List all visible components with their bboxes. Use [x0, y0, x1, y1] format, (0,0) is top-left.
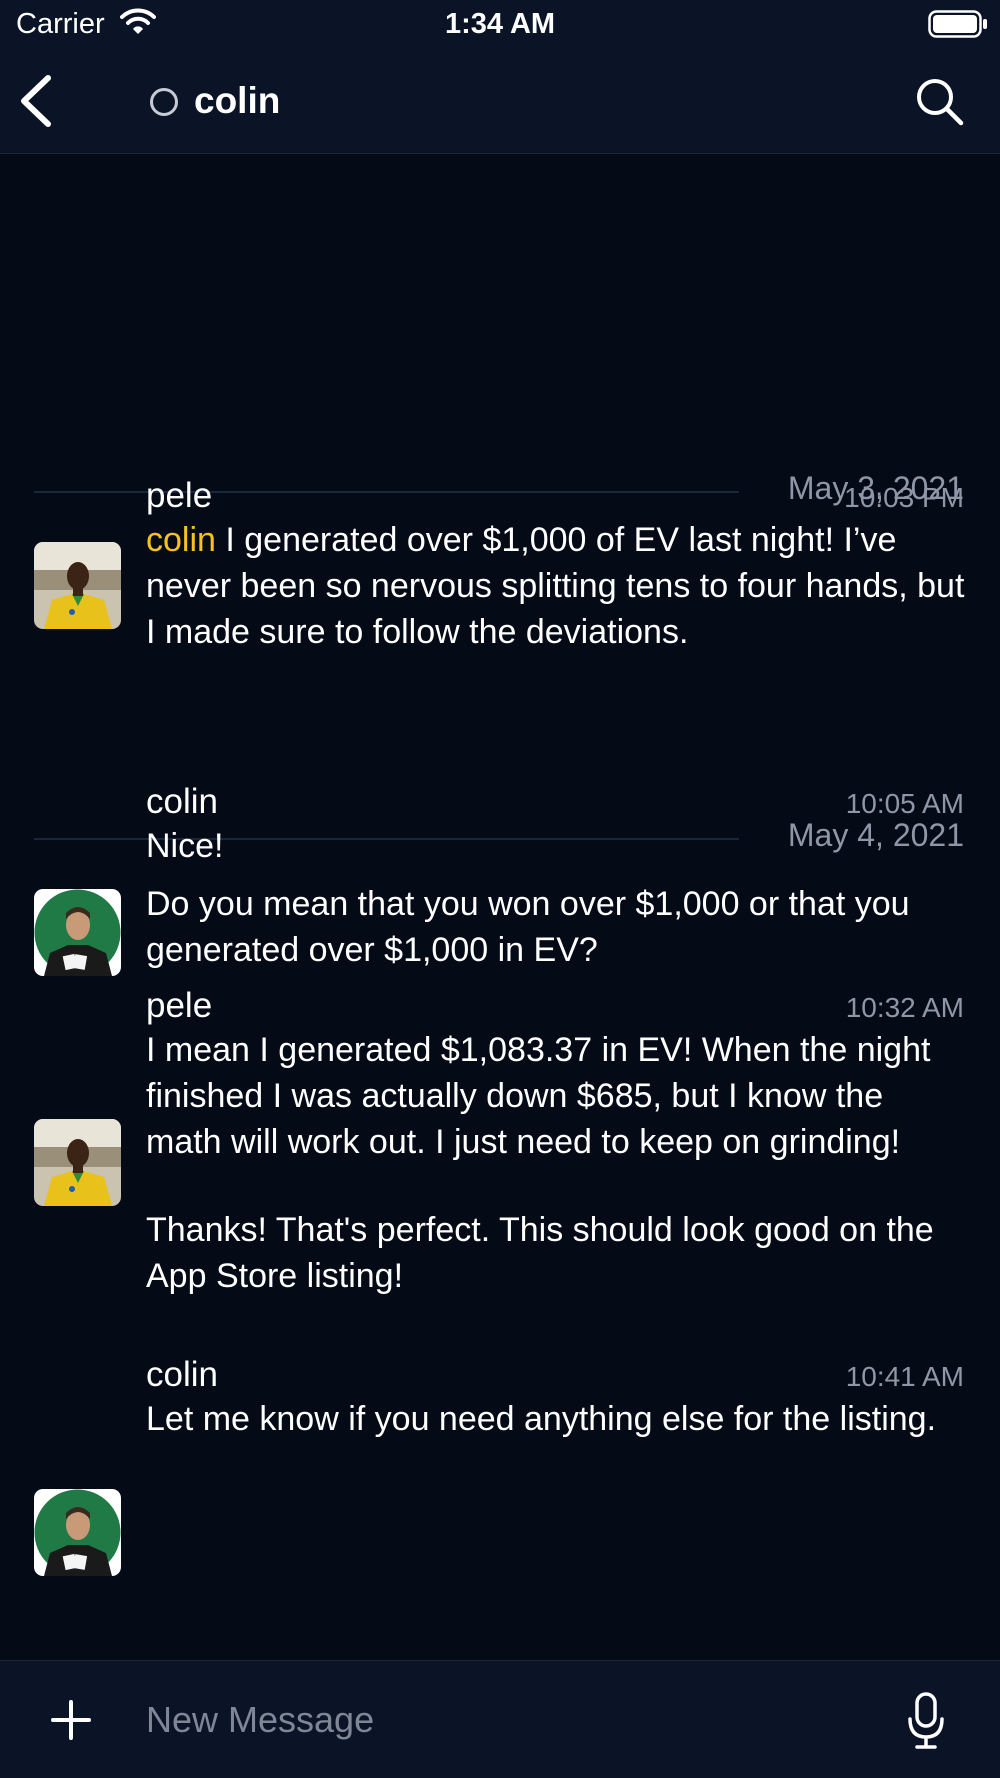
search-icon[interactable] — [914, 76, 966, 128]
user-mention[interactable]: colin — [146, 521, 216, 559]
message-input[interactable] — [146, 1683, 886, 1757]
status-time: 1:34 AM — [444, 8, 556, 40]
chat-screen: Carrier 1:34 AM colin May 3, 2021 pele 1… — [0, 0, 1000, 1778]
message-text: Do you mean that you won over $1,000 or … — [146, 885, 910, 969]
status-bar: Carrier 1:34 AM — [0, 0, 1000, 50]
avatar-pele[interactable] — [34, 542, 121, 629]
avatar-colin[interactable] — [34, 1489, 121, 1576]
message-username[interactable]: pele — [146, 476, 212, 516]
back-button[interactable] — [14, 74, 58, 128]
message-composer — [0, 1660, 1000, 1778]
presence-circle-icon — [150, 88, 178, 116]
message-text: Nice! — [146, 827, 224, 865]
message-text: Let me know if you need anything else fo… — [146, 1400, 937, 1438]
microphone-icon[interactable] — [906, 1691, 946, 1751]
message-list[interactable]: May 3, 2021 pele 10:03 PM colin I genera… — [0, 155, 1000, 1660]
message-timestamp: 10:32 AM — [845, 992, 964, 1023]
message-text: Thanks! That's perfect. This should look… — [146, 1211, 934, 1295]
message-timestamp: 10:05 AM — [845, 788, 964, 819]
separator-line — [34, 491, 739, 493]
message-username[interactable]: colin — [146, 1355, 218, 1395]
message-text: I mean I generated $1,083.37 in EV! When… — [146, 1031, 931, 1161]
message-text: colin I generated over $1,000 of EV last… — [146, 517, 966, 655]
nav-bar: colin — [0, 50, 1000, 154]
avatar-pele[interactable] — [34, 1119, 121, 1206]
message-body: I generated over $1,000 of EV last night… — [146, 521, 965, 651]
plus-icon[interactable] — [50, 1699, 92, 1741]
channel-title[interactable]: colin — [194, 80, 280, 122]
message-username[interactable]: colin — [146, 782, 218, 822]
message-timestamp: 10:41 AM — [845, 1361, 964, 1392]
battery-icon — [928, 10, 987, 38]
avatar-colin[interactable] — [34, 889, 121, 976]
message-timestamp: 10:03 PM — [844, 482, 964, 513]
message-username[interactable]: pele — [146, 986, 212, 1026]
